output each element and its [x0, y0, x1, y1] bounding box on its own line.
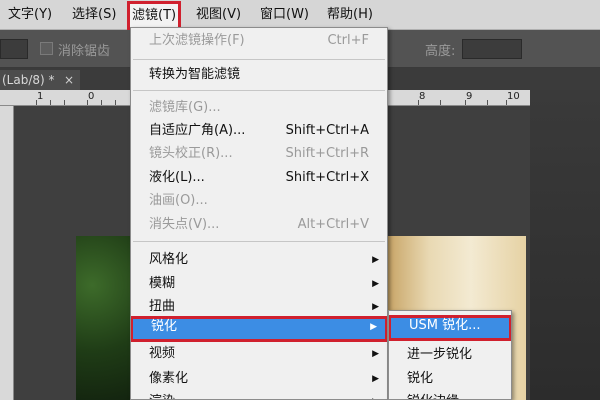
menu-item-filter-gallery[interactable]: 滤镜库(G)...: [131, 97, 387, 119]
menu-item-label: 自适应广角(A)...: [149, 123, 246, 138]
ruler-tick: [64, 100, 65, 105]
option-field[interactable]: [0, 39, 28, 59]
menu-separator: [133, 241, 385, 242]
submenu-arrow-icon: ▶: [372, 374, 379, 384]
menu-item-sharpen[interactable]: 锐化 ▶: [131, 316, 387, 342]
submenu-item-label: 锐化边缘: [407, 391, 459, 399]
filter-menu: 上次滤镜操作(F) Ctrl+F 转换为智能滤镜 滤镜库(G)... 自适应广角…: [130, 27, 388, 400]
antialias-checkbox[interactable]: [40, 42, 53, 55]
ruler-tick: [487, 100, 488, 105]
menu-window[interactable]: 窗口(W): [260, 0, 309, 30]
submenu-arrow-icon: ▶: [372, 302, 379, 312]
menu-item-label: 像素化: [149, 371, 189, 386]
photo-left-portion: [76, 236, 130, 400]
menu-view[interactable]: 视图(V): [196, 0, 241, 30]
menu-filter[interactable]: 滤镜(T): [127, 1, 182, 30]
submenu-item-label: 进一步锐化: [407, 347, 473, 362]
ruler-tick: [115, 100, 116, 105]
menu-item-label: 油画(O)...: [149, 193, 208, 208]
ruler-tick: [101, 100, 102, 105]
menu-item-lens-correction[interactable]: 镜头校正(R)... Shift+Ctrl+R: [131, 143, 387, 165]
menu-select[interactable]: 选择(S): [72, 0, 116, 30]
menu-item-last-filter[interactable]: 上次滤镜操作(F) Ctrl+F: [131, 30, 387, 52]
menu-item-smart-filter[interactable]: 转换为智能滤镜: [131, 64, 387, 86]
height-label: 高度:: [425, 44, 456, 59]
submenu-arrow-icon: ▶: [370, 322, 377, 332]
menu-item-liquify[interactable]: 液化(L)... Shift+Ctrl+X: [131, 167, 387, 189]
menu-item-label: 锐化: [151, 319, 178, 334]
menu-item-label: 风格化: [149, 252, 189, 267]
menu-item-shortcut: Shift+Ctrl+X: [285, 170, 369, 185]
menu-item-shortcut: Shift+Ctrl+A: [285, 123, 369, 138]
submenu-arrow-icon: ▶: [372, 391, 379, 399]
menu-item-label: 滤镜库(G)...: [149, 100, 221, 115]
panel-edge: [530, 90, 600, 400]
submenu-arrow-icon: ▶: [372, 279, 379, 289]
submenu-item-sharpen-more[interactable]: 进一步锐化: [389, 344, 511, 366]
document-tab-label: (Lab/8) *: [2, 73, 55, 87]
menu-item-label: 扭曲: [149, 299, 176, 314]
ruler-number: 8: [419, 91, 426, 102]
menu-help[interactable]: 帮助(H): [327, 0, 373, 30]
ruler-tick: [418, 100, 419, 105]
ruler-number: 10: [507, 91, 520, 102]
height-input[interactable]: [462, 39, 522, 59]
menu-item-adaptive-wide-angle[interactable]: 自适应广角(A)... Shift+Ctrl+A: [131, 120, 387, 142]
close-icon[interactable]: ×: [64, 70, 74, 90]
ruler-number: 9: [466, 91, 473, 102]
menu-item-label: 视频: [149, 346, 176, 361]
menu-bar: 文字(Y) 选择(S) 滤镜(T) 视图(V) 窗口(W) 帮助(H): [0, 0, 600, 30]
menu-item-pixelate[interactable]: 像素化 ▶: [131, 368, 387, 390]
menu-item-blur[interactable]: 模糊 ▶: [131, 273, 387, 295]
vertical-ruler: [0, 106, 14, 400]
antialias-label: 消除锯齿: [58, 44, 111, 59]
menu-item-label: 镜头校正(R)...: [149, 146, 233, 161]
menu-item-shortcut: Shift+Ctrl+R: [285, 146, 370, 161]
menu-item-stylize[interactable]: 风格化 ▶: [131, 249, 387, 271]
menu-item-shortcut: Ctrl+F: [327, 33, 369, 48]
menu-item-shortcut: Alt+Ctrl+V: [297, 217, 369, 232]
ruler-tick: [87, 100, 88, 105]
document-tab[interactable]: (Lab/8) * ×: [0, 70, 80, 90]
menu-type[interactable]: 文字(Y): [8, 0, 52, 30]
menu-item-label: 上次滤镜操作(F): [149, 33, 245, 48]
submenu-item-sharpen[interactable]: 锐化: [389, 368, 511, 390]
submenu-arrow-icon: ▶: [372, 349, 379, 359]
menu-item-distort[interactable]: 扭曲 ▶: [131, 296, 387, 318]
ruler-tick: [50, 100, 51, 105]
ruler-tick: [506, 100, 507, 105]
menu-separator: [133, 90, 385, 91]
ruler-number: 1: [37, 91, 44, 102]
menu-item-vanishing-point[interactable]: 消失点(V)... Alt+Ctrl+V: [131, 214, 387, 236]
menu-item-label: 转换为智能滤镜: [149, 67, 241, 82]
submenu-item-label: USM 锐化...: [409, 318, 481, 333]
ruler-number: 0: [88, 91, 95, 102]
menu-item-video[interactable]: 视频 ▶: [131, 343, 387, 365]
menu-item-label: 液化(L)...: [149, 170, 205, 185]
submenu-item-sharpen-edges[interactable]: 锐化边缘: [389, 391, 511, 399]
menu-item-label: 渲染: [149, 391, 175, 399]
menu-item-oil-paint[interactable]: 油画(O)...: [131, 190, 387, 212]
menu-item-label: 消失点(V)...: [149, 217, 220, 232]
sharpen-submenu: USM 锐化... 进一步锐化 锐化 锐化边缘: [388, 310, 512, 400]
menu-item-label: 模糊: [149, 276, 176, 291]
submenu-item-unsharp-mask[interactable]: USM 锐化...: [389, 315, 511, 341]
submenu-arrow-icon: ▶: [372, 255, 379, 265]
ruler-tick: [465, 100, 466, 105]
menu-separator: [133, 59, 385, 60]
ruler-tick: [36, 100, 37, 105]
ruler-tick: [440, 100, 441, 105]
menu-item-render[interactable]: 渲染 ▶: [131, 391, 387, 399]
submenu-item-label: 锐化: [407, 371, 434, 386]
